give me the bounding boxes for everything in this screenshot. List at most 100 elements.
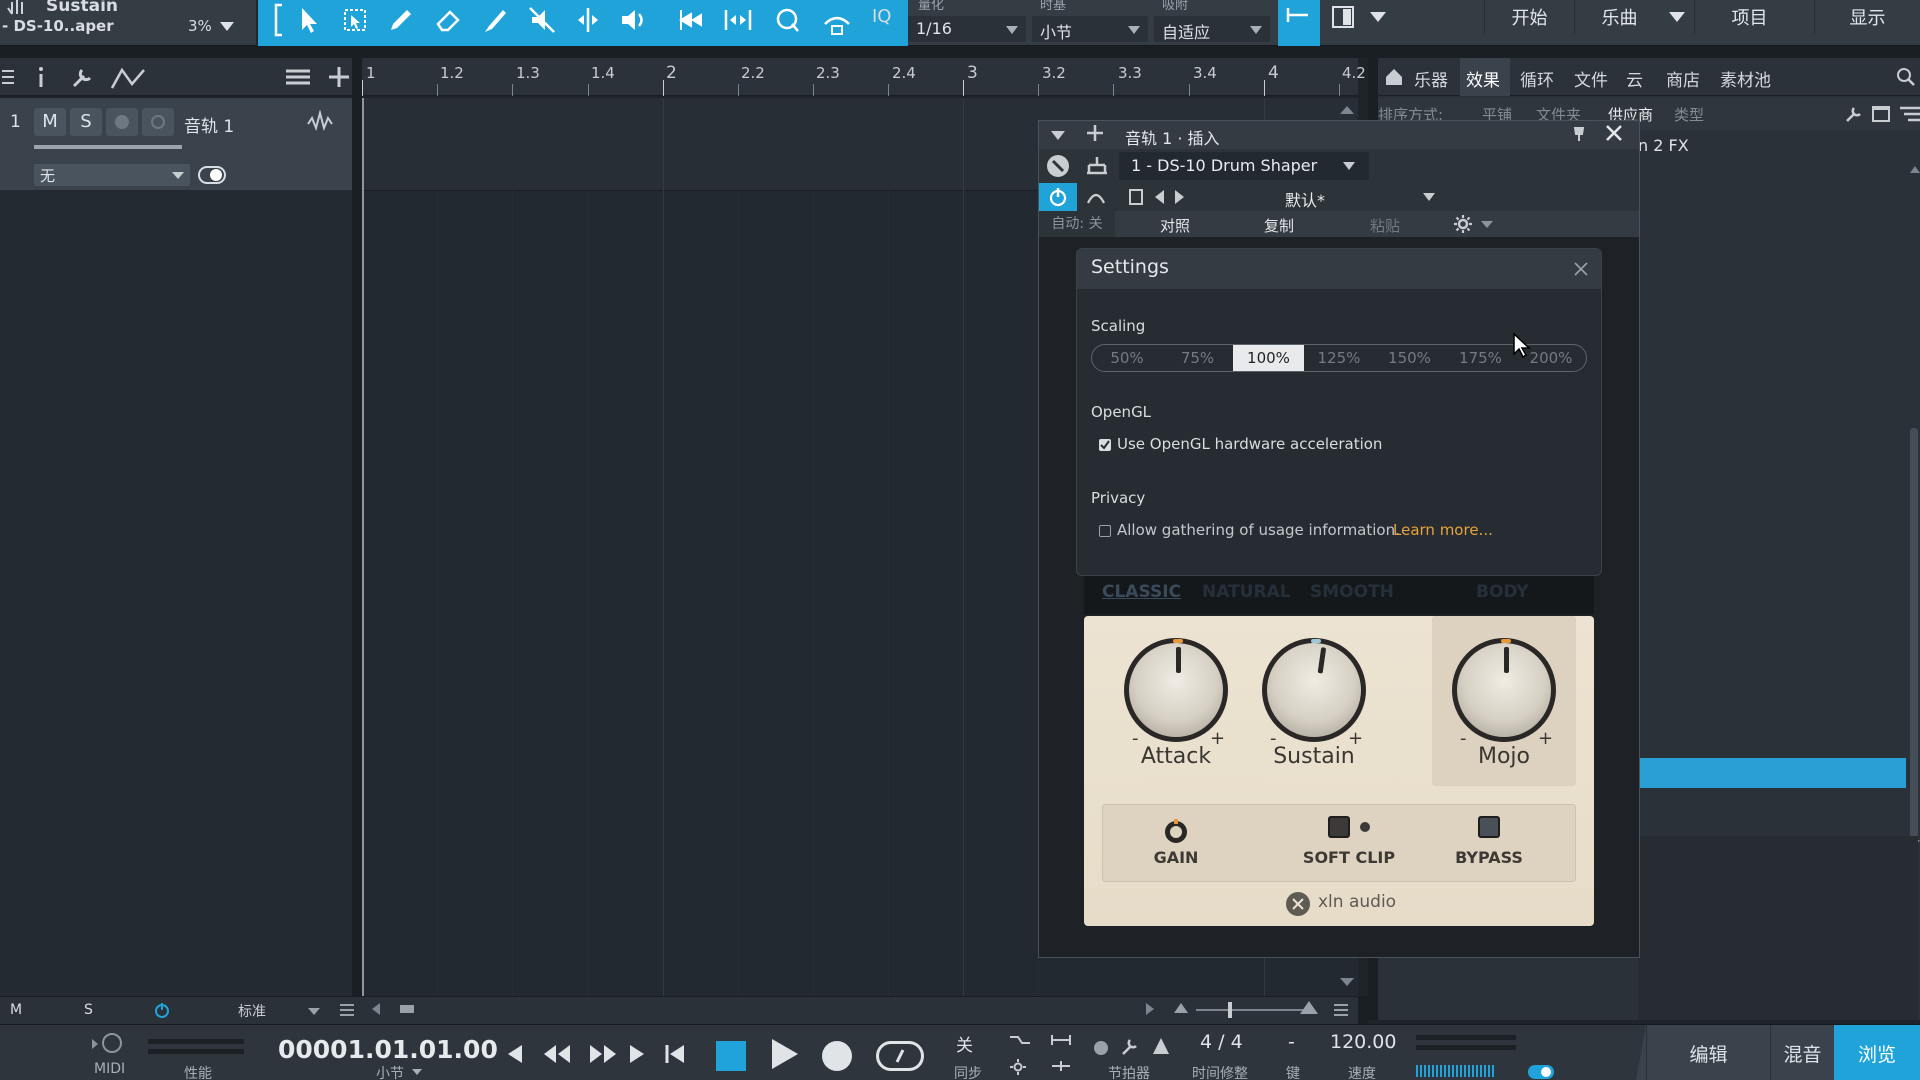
chevron-down-icon[interactable] <box>1669 12 1685 22</box>
power-icon[interactable] <box>154 1002 170 1018</box>
scaling-175-option[interactable]: 175% <box>1445 345 1516 371</box>
scaling-50-option[interactable]: 50% <box>1092 345 1162 371</box>
tab-shop[interactable]: 商店 <box>1666 66 1700 91</box>
routing-icon[interactable] <box>1085 155 1109 177</box>
privacy-checkbox-label[interactable]: Allow gathering of usage information. <box>1117 521 1400 539</box>
mojo-knob[interactable] <box>1452 638 1556 742</box>
scaling-75-option[interactable]: 75% <box>1162 345 1233 371</box>
browser-scrollbar[interactable] <box>1910 428 1918 868</box>
opengl-checkbox-label[interactable]: Use OpenGL hardware acceleration <box>1117 435 1382 453</box>
preset-dropdown[interactable]: 默认* <box>1195 184 1445 210</box>
arrow-tool-icon[interactable] <box>290 2 326 38</box>
gear-icon[interactable] <box>1453 214 1473 234</box>
position-unit[interactable]: 小节 <box>376 1063 404 1080</box>
timeline-ruler[interactable]: 1 1.2 1.3 1.4 2 2.2 2.3 2.4 3 3.2 3.3 3.… <box>362 58 1366 96</box>
time-signature[interactable]: 4 / 4 <box>1200 1031 1243 1053</box>
loop-button[interactable] <box>876 1041 924 1071</box>
gear-icon[interactable] <box>1010 1059 1026 1075</box>
waveform-icon[interactable] <box>306 110 334 132</box>
compare-button[interactable]: 对照 <box>1125 215 1225 236</box>
next-marker-icon[interactable] <box>630 1045 644 1063</box>
snap-toggle-button[interactable] <box>1278 0 1320 46</box>
chevron-down-icon[interactable] <box>308 1008 320 1015</box>
close-icon[interactable] <box>1605 124 1623 142</box>
chevron-down-icon[interactable] <box>1481 221 1493 228</box>
plugin-slot-dropdown[interactable]: 1 - DS-10 Drum Shaper <box>1119 152 1369 180</box>
menu-icon[interactable] <box>2 68 14 86</box>
mode-smooth[interactable]: SMOOTH <box>1310 582 1394 602</box>
mute-tool-icon[interactable] <box>524 2 560 38</box>
stop-button[interactable] <box>716 1041 746 1071</box>
tab-loops[interactable]: 循环 <box>1520 66 1554 91</box>
scroll-down-icon[interactable] <box>1340 978 1354 986</box>
learn-more-link[interactable]: Learn more... <box>1393 521 1493 539</box>
opengl-checkbox[interactable] <box>1099 439 1111 451</box>
record-button[interactable] <box>822 1041 852 1071</box>
metronome-dot-icon[interactable] <box>1094 1041 1108 1055</box>
next-preset-icon[interactable] <box>1175 190 1184 204</box>
pencil-tool-icon[interactable] <box>383 2 419 38</box>
previous-preset-icon[interactable] <box>1155 190 1164 204</box>
editor-link-icon[interactable] <box>819 2 855 38</box>
zoom-out-icon[interactable] <box>1174 1003 1188 1013</box>
window-icon[interactable] <box>1872 106 1890 122</box>
privacy-checkbox[interactable] <box>1099 525 1111 537</box>
split-tool-icon[interactable] <box>570 2 606 38</box>
fast-forward-icon[interactable] <box>588 1043 618 1065</box>
nav-song-button[interactable]: 乐曲 <box>1574 0 1664 34</box>
quantize-dropdown[interactable]: 1/16 <box>908 16 1026 42</box>
wrench-icon[interactable] <box>1844 106 1862 124</box>
sort-type[interactable]: 类型 <box>1674 104 1704 125</box>
paste-button[interactable]: 粘贴 <box>1335 215 1435 236</box>
cpu-dropdown-icon[interactable] <box>220 22 234 31</box>
power-button[interactable] <box>1039 183 1077 211</box>
copy-button[interactable]: 复制 <box>1229 215 1329 236</box>
position-display[interactable]: 00001.01.01.00 <box>278 1035 498 1064</box>
iq-label[interactable]: IQ <box>872 6 891 27</box>
chevron-down-icon[interactable] <box>412 1069 422 1075</box>
transient-tool-icon[interactable] <box>720 2 756 38</box>
record-button[interactable] <box>106 108 138 136</box>
scroll-up-icon[interactable] <box>1910 166 1920 173</box>
plugin-titlebar[interactable]: 音轨 1 · 插入 <box>1039 121 1639 149</box>
monitor-button[interactable] <box>142 108 174 136</box>
add-track-icon[interactable] <box>328 66 350 88</box>
scroll-left-icon[interactable] <box>372 1003 380 1015</box>
metronome-icon[interactable] <box>1152 1037 1170 1055</box>
previous-marker-icon[interactable] <box>508 1045 522 1063</box>
horizontal-scroll-thumb[interactable] <box>400 1005 414 1013</box>
automation-off-button[interactable]: 自动: 关 <box>1039 211 1115 237</box>
menu-icon[interactable] <box>1334 1003 1348 1017</box>
scroll-right-icon[interactable] <box>1146 1003 1154 1015</box>
browser-item-text[interactable]: n 2 FX <box>1638 136 1689 155</box>
home-icon[interactable] <box>1384 67 1404 87</box>
wrench-icon[interactable] <box>1120 1037 1140 1057</box>
close-icon[interactable] <box>1573 261 1589 277</box>
mode-natural[interactable]: NATURAL <box>1202 582 1291 602</box>
solo-button[interactable]: S <box>70 108 102 136</box>
zoom-slider[interactable] <box>1196 1009 1306 1011</box>
scaling-150-option[interactable]: 150% <box>1374 345 1445 371</box>
zoom-slider-handle[interactable] <box>1228 1002 1232 1018</box>
track-row[interactable]: 1 M S 音轨 1 无 <box>0 98 352 190</box>
listen-tool-icon[interactable] <box>770 2 806 38</box>
zoom-in-icon[interactable] <box>1300 1001 1318 1014</box>
scaling-125-option[interactable]: 125% <box>1304 345 1374 371</box>
rewind-icon[interactable] <box>542 1043 572 1065</box>
mode-dropdown[interactable]: 标准 <box>238 1001 266 1021</box>
range-tool-icon[interactable] <box>337 2 373 38</box>
tab-files[interactable]: 文件 <box>1574 66 1608 91</box>
sidechain-icon[interactable] <box>1085 187 1107 207</box>
snap-dropdown[interactable]: 自适应 <box>1154 16 1270 42</box>
timebase-dropdown[interactable]: 小节 <box>1032 16 1148 42</box>
speaker-tool-icon[interactable] <box>616 2 652 38</box>
pin-icon[interactable] <box>1571 126 1587 142</box>
nav-show-button[interactable]: 显示 <box>1814 0 1920 34</box>
bypass-button[interactable] <box>1478 816 1500 838</box>
soft-clip-button[interactable] <box>1328 816 1350 838</box>
selected-browser-item[interactable] <box>1638 758 1906 788</box>
scroll-up-icon[interactable] <box>1340 106 1354 114</box>
tab-effects[interactable]: 效果 <box>1466 66 1500 91</box>
page-mix-button[interactable]: 混音 <box>1770 1025 1834 1080</box>
punch-in-icon[interactable] <box>1050 1033 1072 1047</box>
